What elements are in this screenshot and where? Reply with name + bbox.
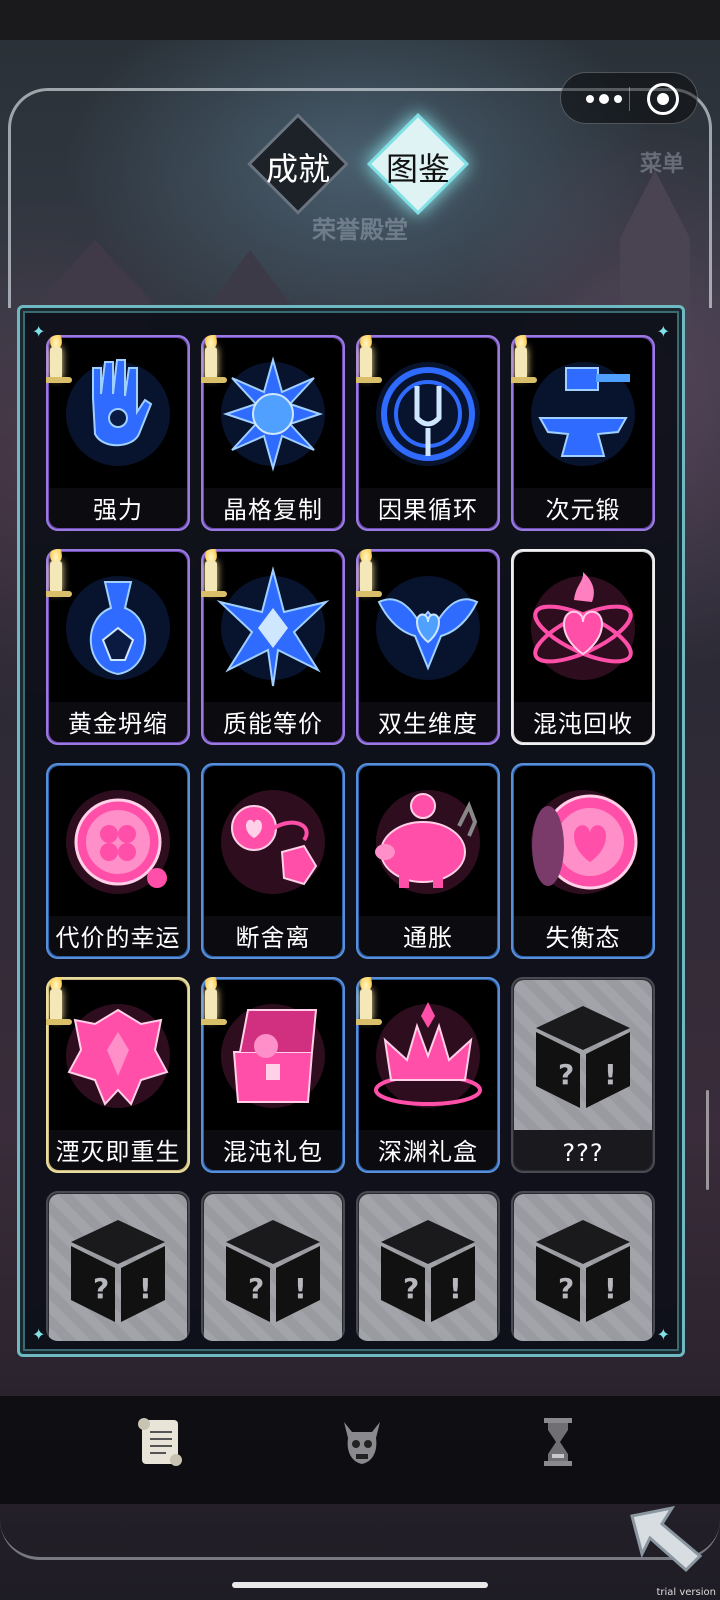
atom-heart-icon [531,572,635,680]
heart-coin-icon [531,790,638,894]
tab-atlas[interactable]: 图鉴 [358,113,478,215]
scrollbar[interactable] [706,1090,709,1190]
mystery-box-icon: ?! [71,1220,165,1322]
home-indicator[interactable] [232,1582,488,1588]
mystery-box-icon: ?! [226,1220,320,1322]
svg-text:!: ! [449,1272,462,1305]
collection-card[interactable]: 代价的幸运 [46,763,190,959]
mystery-box-icon: ?! [536,1220,630,1322]
capsule-divider [629,87,630,111]
tab-atlas-label: 图鉴 [385,150,450,188]
piggy-bank-icon [375,790,480,894]
card-art: ?! [204,1194,342,1341]
card-art: ?! [359,1194,497,1341]
collection-card[interactable]: 因果循环 [356,335,500,531]
candle-icon [46,549,74,609]
tab-achievements[interactable]: 成就 [238,113,358,215]
card-label: 黄金坍缩 [68,710,168,738]
card-label: 双生维度 [378,710,478,738]
svg-text:!: ! [604,1058,617,1091]
svg-text:!: ! [294,1272,307,1305]
mystery-box-icon: ?! [381,1220,475,1322]
card-label: 通胀 [403,924,453,952]
card-art: ?! [514,980,652,1130]
candle-icon [46,335,74,395]
collection-card[interactable]: ?! [511,1191,655,1341]
collection-card[interactable]: 双生维度 [356,549,500,745]
candle-icon [201,549,229,609]
collection-card[interactable]: 黄金坍缩 [46,549,190,745]
card-label: 湮灭即重生 [55,1138,181,1166]
mini-program-capsule [560,72,698,124]
card-label: 混沌礼包 [223,1138,323,1166]
card-art [204,766,342,916]
card-art [359,766,497,916]
broken-heart-icon [221,790,325,894]
card-label: 晶格复制 [223,496,323,524]
collection-card[interactable]: ?! [46,1191,190,1341]
watermark: trial version [656,1587,716,1598]
card-art [514,766,652,916]
candle-icon [356,335,384,395]
card-label: 混沌回收 [533,710,633,738]
svg-text:!: ! [139,1272,152,1305]
collection-card[interactable]: 断舍离 [201,763,345,959]
corner-star-icon: ✦ [32,1325,46,1344]
collection-card[interactable]: ?!??? [511,977,655,1173]
candle-icon [356,549,384,609]
svg-text:?: ? [93,1272,109,1305]
svg-text:?: ? [248,1272,264,1305]
collection-card[interactable]: 晶格复制 [201,335,345,531]
mystery-box-icon: ?! [536,1006,630,1108]
scroll-icon[interactable] [132,1412,192,1472]
collection-card[interactable]: 强力 [46,335,190,531]
card-label: 质能等价 [223,710,323,738]
background-hall-text: 荣誉殿堂 [312,215,408,244]
svg-text:?: ? [558,1058,574,1091]
corner-star-icon: ✦ [656,1325,670,1344]
collection-card[interactable]: 湮灭即重生 [46,977,190,1173]
card-label: 失衡态 [545,924,621,952]
candle-icon [356,977,384,1037]
candle-icon [511,335,539,395]
back-arrow-icon[interactable] [628,1500,708,1580]
collection-card[interactable]: ?! [201,1191,345,1341]
collection-card[interactable]: 通胀 [356,763,500,959]
collection-card[interactable]: 混沌礼包 [201,977,345,1173]
card-art [49,766,187,916]
status-bar [0,0,720,40]
collection-card[interactable]: 次元锻 [511,335,655,531]
collection-card[interactable]: 失衡态 [511,763,655,959]
collection-card[interactable]: 混沌回收 [511,549,655,745]
ornate-frame-bottom [0,1500,720,1560]
card-art [514,552,652,702]
hourglass-icon[interactable] [528,1412,588,1472]
card-label: 深渊礼盒 [378,1138,478,1166]
card-label: 代价的幸运 [55,924,181,952]
svg-text:?: ? [558,1272,574,1305]
card-label: ??? [562,1139,604,1167]
corner-star-icon: ✦ [32,322,46,341]
target-icon[interactable] [647,83,679,115]
more-dots-icon[interactable] [579,87,629,111]
demon-skull-icon[interactable] [332,1412,392,1472]
card-label: 断舍离 [235,924,311,952]
card-label: 强力 [93,496,143,524]
svg-text:?: ? [403,1272,419,1305]
clover-coin-icon [66,790,170,894]
card-art: ?! [49,1194,187,1341]
candle-icon [46,977,74,1037]
candle-icon [201,335,229,395]
card-art: ?! [514,1194,652,1341]
collection-card[interactable]: 深渊礼盒 [356,977,500,1173]
svg-text:!: ! [604,1272,617,1305]
collection-card[interactable]: 质能等价 [201,549,345,745]
tab-achievements-label: 成就 [265,150,330,188]
collection-card[interactable]: ?! [356,1191,500,1341]
card-label: 次元锻 [545,496,621,524]
background-menu-text: 菜单 [640,151,685,177]
corner-star-icon: ✦ [656,322,670,341]
candle-icon [201,977,229,1037]
card-label: 因果循环 [378,496,478,524]
